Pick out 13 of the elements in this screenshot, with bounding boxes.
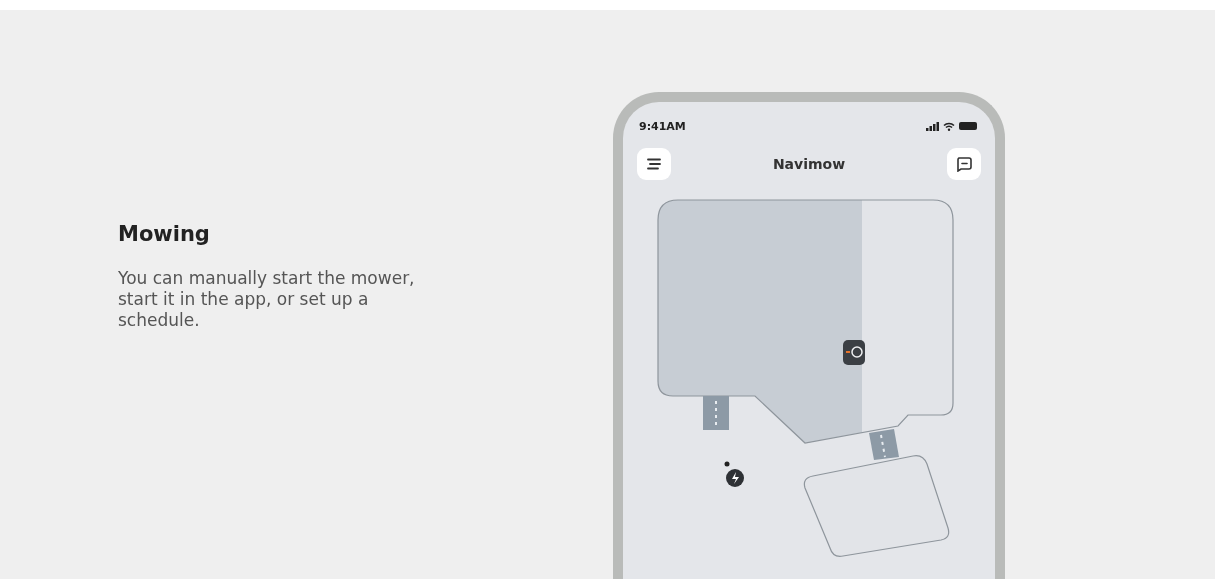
- charging-station-icon: [724, 461, 744, 487]
- menu-icon: [647, 158, 661, 170]
- menu-button[interactable]: [637, 148, 671, 180]
- mower-icon: [843, 340, 865, 365]
- signal-icon: [926, 121, 939, 131]
- status-time: 9:41AM: [639, 119, 686, 133]
- app-title: Navimow: [772, 156, 846, 172]
- battery-icon: [959, 122, 977, 130]
- message-button[interactable]: [947, 148, 981, 180]
- wifi-icon: [943, 121, 955, 131]
- feature-description: You can manually start the mower, start it in the app, or set up a schedule.: [118, 268, 416, 331]
- message-icon: [956, 156, 972, 172]
- feature-title: Mowing: [118, 222, 211, 246]
